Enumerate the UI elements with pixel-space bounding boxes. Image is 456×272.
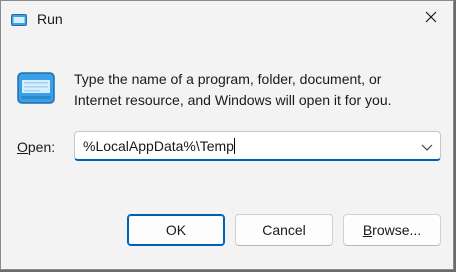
chevron-down-icon[interactable] <box>420 140 434 152</box>
open-label-mnemonic: O <box>17 139 28 155</box>
title-bar[interactable]: Run <box>1 1 453 37</box>
open-label: Open: <box>17 139 55 155</box>
ok-button[interactable]: OK <box>127 214 225 246</box>
browse-mnemonic: B <box>362 222 373 238</box>
close-button[interactable] <box>409 1 453 37</box>
close-icon <box>425 10 437 28</box>
browse-label: rowse... <box>372 222 422 238</box>
description-line-1: Type the name of a program, folder, docu… <box>74 71 382 87</box>
run-dialog: Run Type the name of a program, folder, … <box>0 0 454 270</box>
browse-button[interactable]: Browse... <box>343 214 441 246</box>
run-icon <box>11 13 27 26</box>
open-input-value: %LocalAppData%\Temp <box>83 138 234 154</box>
open-label-text: pen: <box>27 139 56 155</box>
open-input[interactable]: %LocalAppData%\Temp <box>83 138 235 154</box>
window-title: Run <box>37 11 63 27</box>
cancel-button[interactable]: Cancel <box>235 214 333 246</box>
text-caret <box>233 138 235 154</box>
open-combobox[interactable]: %LocalAppData%\Temp <box>74 131 441 161</box>
run-icon <box>17 71 55 105</box>
description-line-2: Internet resource, and Windows will open… <box>74 92 392 108</box>
description-text: Type the name of a program, folder, docu… <box>74 69 444 111</box>
